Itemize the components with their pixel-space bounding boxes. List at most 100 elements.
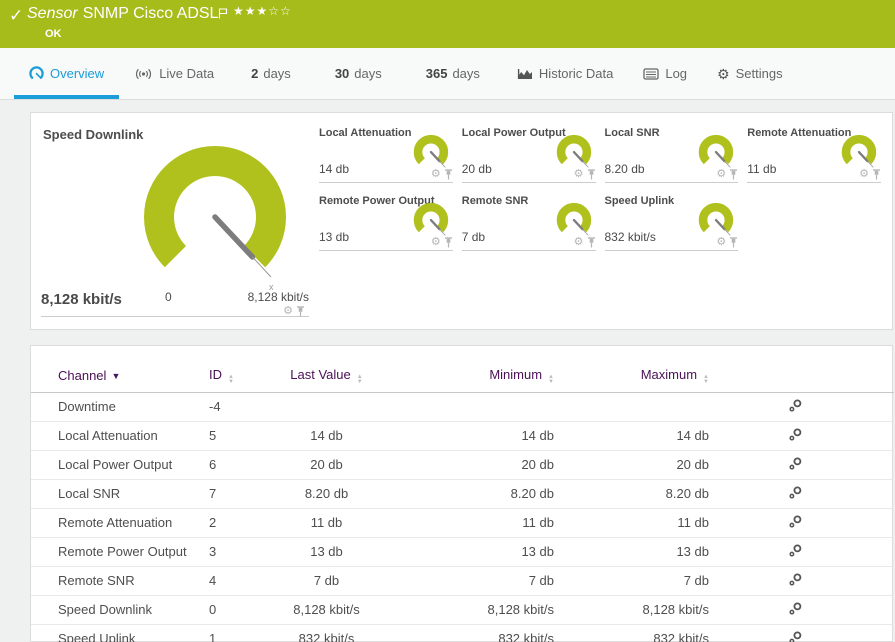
mini-gauge-local-attenuation: Local Attenuation 14 db ⚙ bbox=[319, 127, 453, 183]
sensor-title: Sensor SNMP Cisco ADSL bbox=[27, 5, 218, 23]
tab-label: Historic Data bbox=[538, 66, 614, 81]
tab-label: Settings bbox=[735, 66, 783, 81]
channel-maximum: 13 db bbox=[584, 537, 734, 567]
channel-name: Remote SNR bbox=[31, 566, 209, 596]
tab-bar: Overview Live Data 2 days 30 days 365 da… bbox=[0, 48, 895, 100]
tab-overview[interactable]: Overview bbox=[14, 48, 120, 99]
gauge-actions: ⚙ bbox=[431, 237, 453, 248]
gear-icon[interactable]: ⚙ bbox=[431, 169, 441, 180]
channel-settings-icon[interactable] bbox=[789, 457, 802, 473]
gauge-title: Speed Downlink bbox=[43, 127, 144, 142]
gear-icon[interactable]: ⚙ bbox=[283, 306, 293, 317]
priority-stars[interactable]: ★★★☆☆ bbox=[233, 4, 292, 18]
sort-header-maximum[interactable]: Maximum ▲ ▼ bbox=[584, 360, 734, 393]
channel-id: 3 bbox=[209, 537, 284, 567]
channel-settings-icon[interactable] bbox=[789, 602, 802, 618]
channel-id: -4 bbox=[209, 392, 284, 422]
pin-icon[interactable] bbox=[444, 237, 453, 248]
gear-icon[interactable]: ⚙ bbox=[431, 237, 441, 248]
gauge-current-value: 8,128 kbit/s bbox=[41, 291, 122, 308]
channel-settings-icon[interactable] bbox=[789, 515, 802, 531]
channel-minimum: 8.20 db bbox=[394, 479, 584, 509]
gauges-panel: Speed Downlink x 0 8,128 kbit/s 8,128 kb… bbox=[30, 112, 893, 330]
gauge-actions: ⚙ bbox=[716, 169, 738, 180]
gear-icon: ⚙ bbox=[717, 65, 730, 82]
area-chart-icon bbox=[517, 69, 532, 79]
header-settings-column bbox=[734, 360, 894, 393]
gear-icon[interactable]: ⚙ bbox=[574, 169, 584, 180]
pin-icon[interactable] bbox=[587, 169, 596, 180]
tab-label: days bbox=[263, 66, 291, 81]
pin-icon[interactable] bbox=[587, 237, 596, 248]
sort-both-icon: ▲ ▼ bbox=[548, 374, 554, 385]
tab-live-data[interactable]: Live Data bbox=[119, 48, 229, 99]
tab-settings[interactable]: ⚙ Settings bbox=[702, 48, 798, 99]
channel-settings-icon[interactable] bbox=[789, 631, 802, 642]
gauge-actions: ⚙ bbox=[859, 169, 881, 180]
channel-last-value: 14 db bbox=[284, 421, 394, 451]
tab-30-days[interactable]: 30 days bbox=[313, 48, 404, 99]
gear-icon[interactable]: ⚙ bbox=[859, 169, 869, 180]
channel-minimum: 7 db bbox=[394, 566, 584, 596]
pin-icon[interactable] bbox=[872, 169, 881, 180]
channel-maximum: 8,128 kbit/s bbox=[584, 595, 734, 625]
live-data-icon bbox=[136, 68, 152, 79]
gauge-value: 14 db bbox=[319, 162, 350, 176]
channel-last-value: 8,128 kbit/s bbox=[284, 595, 394, 625]
prtg-sensor-page: ✓ Sensor SNMP Cisco ADSL ★★★☆☆ OK Overvie… bbox=[0, 0, 895, 642]
channel-settings-icon[interactable] bbox=[789, 486, 802, 502]
sort-desc-icon: ▼ bbox=[111, 371, 121, 382]
channel-maximum: 14 db bbox=[584, 421, 734, 451]
sort-header-channel[interactable]: Channel ▼ bbox=[31, 360, 209, 393]
pin-icon[interactable] bbox=[296, 306, 305, 317]
tab-historic-data[interactable]: Historic Data bbox=[502, 48, 628, 99]
gear-icon[interactable]: ⚙ bbox=[574, 237, 584, 248]
channel-row: Local Power Output 6 20 db 20 db 20 db bbox=[31, 450, 894, 480]
pin-icon[interactable] bbox=[729, 237, 738, 248]
sort-header-minimum[interactable]: Minimum ▲ ▼ bbox=[394, 360, 584, 393]
channel-name: Remote Attenuation bbox=[31, 508, 209, 538]
channel-name: Speed Uplink bbox=[31, 624, 209, 642]
gauge-icon bbox=[29, 66, 44, 79]
log-list-icon bbox=[643, 67, 659, 80]
channel-id: 7 bbox=[209, 479, 284, 509]
priority-flag-icon[interactable] bbox=[218, 6, 228, 24]
tab-log[interactable]: Log bbox=[628, 48, 702, 99]
sort-header-last-value[interactable]: Last Value ▲ ▼ bbox=[284, 360, 394, 393]
channel-settings-icon[interactable] bbox=[789, 399, 802, 415]
gauge-actions: ⚙ bbox=[431, 169, 453, 180]
gear-icon[interactable]: ⚙ bbox=[716, 169, 726, 180]
tab-label: Overview bbox=[50, 66, 105, 81]
mini-gauge-local-snr: Local SNR 8.20 db ⚙ bbox=[604, 127, 739, 183]
channel-id: 0 bbox=[209, 595, 284, 625]
channel-settings-icon[interactable] bbox=[789, 573, 802, 589]
sort-header-id[interactable]: ID ▲ ▼ bbox=[209, 360, 284, 393]
channel-row: Remote Attenuation 2 11 db 11 db 11 db bbox=[31, 508, 894, 538]
sort-both-icon: ▲ ▼ bbox=[228, 374, 234, 385]
tab-2-days[interactable]: 2 days bbox=[229, 48, 313, 99]
channel-settings-icon[interactable] bbox=[789, 428, 802, 444]
mini-gauge-remote-attenuation: Remote Attenuation 11 db ⚙ bbox=[747, 127, 881, 183]
mini-gauge-speed-uplink: Speed Uplink 832 kbit/s ⚙ bbox=[604, 195, 739, 251]
gear-icon[interactable]: ⚙ bbox=[716, 237, 726, 248]
channel-minimum: 20 db bbox=[394, 450, 584, 480]
tab-number: 365 bbox=[425, 66, 448, 81]
tab-365-days[interactable]: 365 days bbox=[404, 48, 502, 99]
gauge-value: 7 db bbox=[461, 230, 486, 244]
sensor-status-header: ✓ Sensor SNMP Cisco ADSL ★★★☆☆ OK bbox=[0, 0, 895, 48]
channel-row: Local SNR 7 8.20 db 8.20 db 8.20 db bbox=[31, 479, 894, 509]
gauge-value: 13 db bbox=[319, 230, 350, 244]
pin-icon[interactable] bbox=[729, 169, 738, 180]
channel-minimum: 11 db bbox=[394, 508, 584, 538]
channel-name: Downtime bbox=[31, 392, 209, 422]
channel-id: 4 bbox=[209, 566, 284, 596]
stars-filled[interactable]: ★★★ bbox=[233, 4, 268, 18]
tab-label: Live Data bbox=[159, 66, 215, 81]
channel-id: 5 bbox=[209, 421, 284, 451]
gauge-scale-max: 8,128 kbit/s bbox=[247, 290, 309, 304]
channel-settings-icon[interactable] bbox=[789, 544, 802, 560]
sort-both-icon: ▲ ▼ bbox=[703, 374, 709, 385]
pin-icon[interactable] bbox=[444, 169, 453, 180]
channel-maximum: 8.20 db bbox=[584, 479, 734, 509]
stars-empty[interactable]: ☆☆ bbox=[268, 4, 292, 18]
